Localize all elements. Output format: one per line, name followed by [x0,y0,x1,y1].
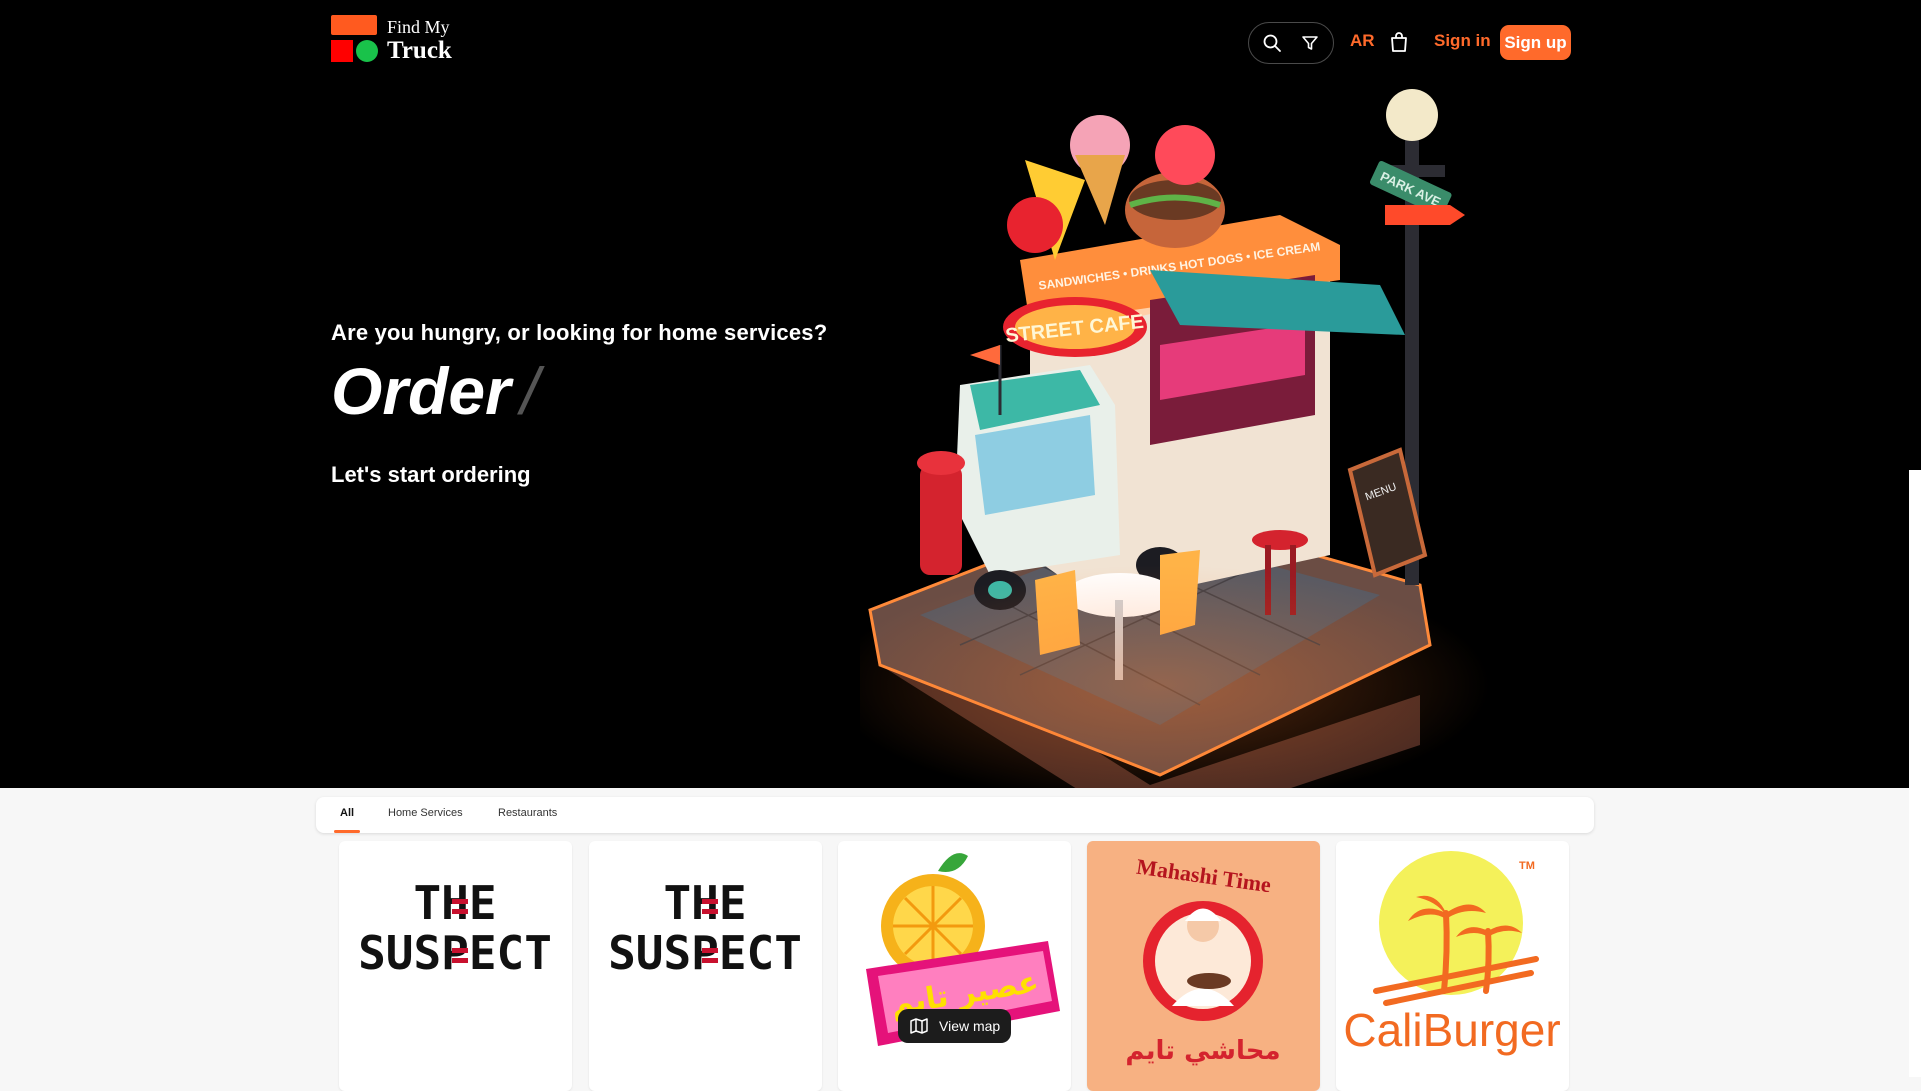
logo[interactable]: Find My Truck [331,15,461,65]
hero-section: Find My Truck AR Sign in Sign up Are you… [0,0,1921,788]
hero-word-text: Order [331,354,511,428]
tab-all[interactable]: All [334,797,361,833]
tab-all-label: All [340,807,355,819]
logo-square-red [331,40,353,62]
tab-home-services-label: Home Services [388,807,463,819]
active-tab-indicator [334,830,361,833]
vendor-card-mahashi-time[interactable]: Mahashi Time محاشي تايم [1087,841,1320,1091]
mahashi-time-logo-text-ar: محاشي تايم [1125,1036,1280,1066]
vendor-card-juice-time[interactable]: عصير تايم [838,841,1071,1091]
view-map-label: View map [939,1018,1001,1034]
shopping-bag-icon[interactable] [1389,31,1409,53]
typing-caret: / [520,354,540,428]
search-icon[interactable] [1262,33,1282,53]
map-icon [910,1018,928,1034]
the-suspect-logo: THE SUSPECT [358,876,552,980]
mahashi-time-logo: Mahashi Time محاشي تايم [1087,841,1320,1091]
sign-in-link[interactable]: Sign in [1434,31,1491,51]
juice-time-logo: عصير تايم [866,853,1060,1046]
the-suspect-logo: THE SUSPECT [608,876,802,980]
vendor-card-the-suspect-2[interactable]: THE SUSPECT [589,841,822,1091]
logo-dot-green [356,40,378,62]
food-truck-illustration: PARK AVE SANDWICHES • DRINKS HOT DOGS • … [860,89,1490,788]
sign-up-button[interactable]: Sign up [1500,25,1571,60]
category-tabs: All Home Services Restaurants [316,797,1594,833]
logo-square-orange [331,15,377,35]
filter-icon[interactable] [1300,33,1320,53]
caliburger-logo: TM CaliBurger [1343,851,1561,1056]
scrollbar-track[interactable] [1909,470,1921,1077]
trademark: TM [1519,860,1535,872]
logo-text-truck: Truck [387,37,452,64]
vendor-card-caliburger[interactable]: TM CaliBurger [1336,841,1569,1091]
logo-text-find-my: Find My [387,17,450,37]
tab-restaurants[interactable]: Restaurants [498,797,557,833]
search-filter-group [1248,22,1334,64]
hero-rotating-word: Order / [331,353,539,429]
hero-subtitle: Let's start ordering [331,462,531,487]
language-switch[interactable]: AR [1350,31,1375,51]
hero-question: Are you hungry, or looking for home serv… [331,320,828,345]
caliburger-logo-text: CaliBurger [1343,1004,1560,1056]
vendor-card-the-suspect[interactable]: THE SUSPECT [339,841,572,1091]
view-map-button[interactable]: View map [898,1009,1011,1043]
tab-home-services[interactable]: Home Services [388,797,463,833]
tab-restaurants-label: Restaurants [498,807,558,819]
